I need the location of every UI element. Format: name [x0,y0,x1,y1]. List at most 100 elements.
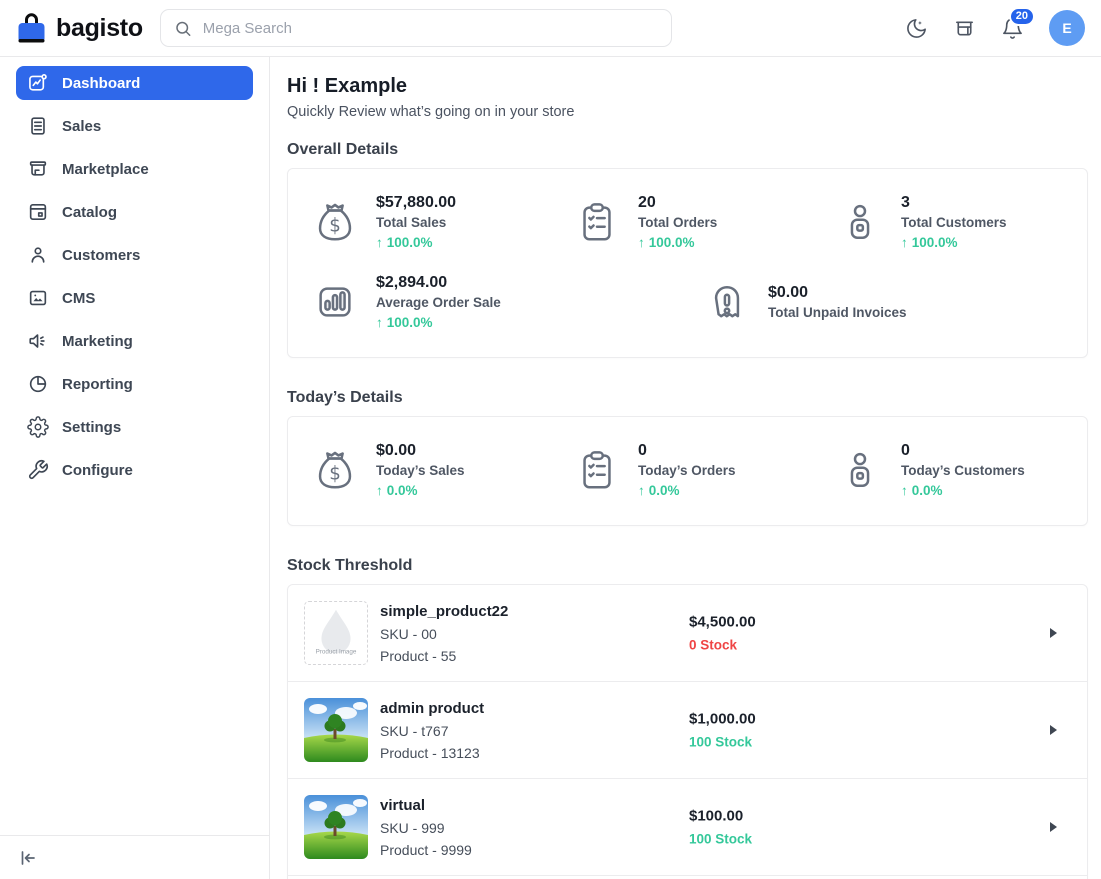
sidebar: Dashboard Sales Marketplace Catalog [0,57,270,879]
sidebar-item-reporting[interactable]: Reporting [16,367,253,401]
stat-today-customers: 0 Today’s Customers ↑0.0% [837,442,1025,498]
product-id: Product - 13123 [380,745,484,761]
row-chevron-right-icon[interactable] [1050,628,1057,638]
unpaid-invoice-icon [704,279,750,325]
stat-value: 20 [638,194,717,212]
orders-clipboard-icon [574,199,620,245]
row-chevron-right-icon[interactable] [1050,725,1057,735]
stat-label: Total Customers [901,215,1007,230]
sidebar-item-dashboard[interactable]: Dashboard [16,66,253,100]
sales-icon [27,115,49,137]
section-title-today: Today’s Details [287,389,1088,407]
today-details-card: $ $0.00 Today’s Sales ↑0.0% 0 Today’s [287,416,1088,526]
overall-details-card: $ $57,880.00 Total Sales ↑100.0% 20 To [287,168,1088,358]
increase-arrow-icon: ↑ [376,235,383,250]
product-price: $100.00 [689,808,752,825]
stock-product-row[interactable]: admin product SKU - t767 Product - 13123… [288,682,1087,779]
customers-icon [27,244,49,266]
svg-text:Product Image: Product Image [316,648,357,655]
row-chevron-right-icon[interactable] [1050,822,1057,832]
reporting-icon [27,373,49,395]
stat-total-sales: $ $57,880.00 Total Sales ↑100.0% [312,194,574,250]
store-icon [953,17,976,40]
marketplace-icon [27,158,49,180]
page-subtitle: Quickly Review what’s going on in your s… [287,104,1088,120]
stat-change: ↑100.0% [901,235,1007,250]
stat-total-orders: 20 Total Orders ↑100.0% [574,194,837,250]
sidebar-item-label: CMS [62,290,95,307]
stock-threshold-card: Product Image simple_product22 SKU - 00 … [287,584,1088,879]
stat-today-sales: $ $0.00 Today’s Sales ↑0.0% [312,442,574,498]
configure-wrench-icon [27,459,49,481]
collapse-sidebar-icon[interactable] [18,848,38,868]
stat-value: 3 [901,194,1007,212]
topbar: bagisto 20 E [0,0,1101,57]
sidebar-item-configure[interactable]: Configure [16,453,253,487]
svg-text:$: $ [329,464,341,485]
dashboard-content: Hi ! Example Quickly Review what’s going… [270,57,1101,879]
section-title-stock: Stock Threshold [287,557,1088,575]
stat-value: $2,894.00 [376,274,501,292]
stat-change: ↑0.0% [638,483,736,498]
stat-change: ↑100.0% [376,235,456,250]
catalog-icon [27,201,49,223]
stat-change: ↑100.0% [376,315,501,330]
stat-value: 0 [901,442,1025,460]
dark-mode-toggle[interactable] [905,17,928,40]
product-price: $4,500.00 [689,614,756,631]
product-image-placeholder: Product Image [304,601,368,665]
search-input[interactable] [201,19,658,38]
stat-value: $0.00 [376,442,465,460]
stat-label: Average Order Sale [376,295,501,310]
sidebar-item-label: Marketing [62,333,133,350]
sidebar-item-marketing[interactable]: Marketing [16,324,253,358]
stat-value: $0.00 [768,284,907,302]
stat-label: Today’s Customers [901,463,1025,478]
notifications-button[interactable]: 20 [1001,17,1024,40]
brand-name: bagisto [56,14,143,43]
stat-total-customers: 3 Total Customers ↑100.0% [837,194,1007,250]
svg-text:$: $ [329,216,341,237]
section-title-overall: Overall Details [287,141,1088,159]
sidebar-item-settings[interactable]: Settings [16,410,253,444]
drop-shape [321,610,350,654]
stat-label: Today’s Orders [638,463,736,478]
sidebar-item-label: Configure [62,462,133,479]
store-switcher-button[interactable] [953,17,976,40]
product-name: virtual [380,797,472,814]
sidebar-item-customers[interactable]: Customers [16,238,253,272]
sidebar-item-label: Settings [62,419,121,436]
stock-product-row[interactable]: virtual SKU - 999 Product - 9999 $100.00… [288,779,1087,876]
bagisto-bag-icon [16,11,47,45]
product-price: $1,000.00 [689,711,756,728]
notification-count-badge: 20 [1009,7,1035,26]
stat-value: $57,880.00 [376,194,456,212]
sidebar-item-marketplace[interactable]: Marketplace [16,152,253,186]
search-icon [174,19,192,38]
sidebar-item-catalog[interactable]: Catalog [16,195,253,229]
user-avatar[interactable]: E [1049,10,1085,46]
increase-arrow-icon: ↑ [901,235,908,250]
logo[interactable]: bagisto [16,11,143,45]
stat-value: 0 [638,442,736,460]
sidebar-item-label: Sales [62,118,101,135]
page-title: Hi ! Example [287,75,1088,98]
stat-total-unpaid-invoices: $0.00 Total Unpaid Invoices [704,274,907,330]
stat-label: Today’s Sales [376,463,465,478]
increase-arrow-icon: ↑ [901,483,908,498]
stat-today-orders: 0 Today’s Orders ↑0.0% [574,442,837,498]
product-sku: SKU - t767 [380,723,484,739]
money-bag-icon: $ [312,447,358,493]
stat-average-order-sale: $2,894.00 Average Order Sale ↑100.0% [312,274,704,330]
search-box[interactable] [160,9,672,47]
product-id: Product - 55 [380,648,508,664]
stat-label: Total Sales [376,215,456,230]
product-stock-badge: 100 Stock [689,735,756,750]
sidebar-item-label: Reporting [62,376,133,393]
sidebar-item-label: Customers [62,247,140,264]
stock-product-row[interactable]: Product Image simple_product22 SKU - 00 … [288,585,1087,682]
product-image [304,698,368,762]
stat-change: ↑0.0% [901,483,1025,498]
sidebar-item-sales[interactable]: Sales [16,109,253,143]
sidebar-item-cms[interactable]: CMS [16,281,253,315]
